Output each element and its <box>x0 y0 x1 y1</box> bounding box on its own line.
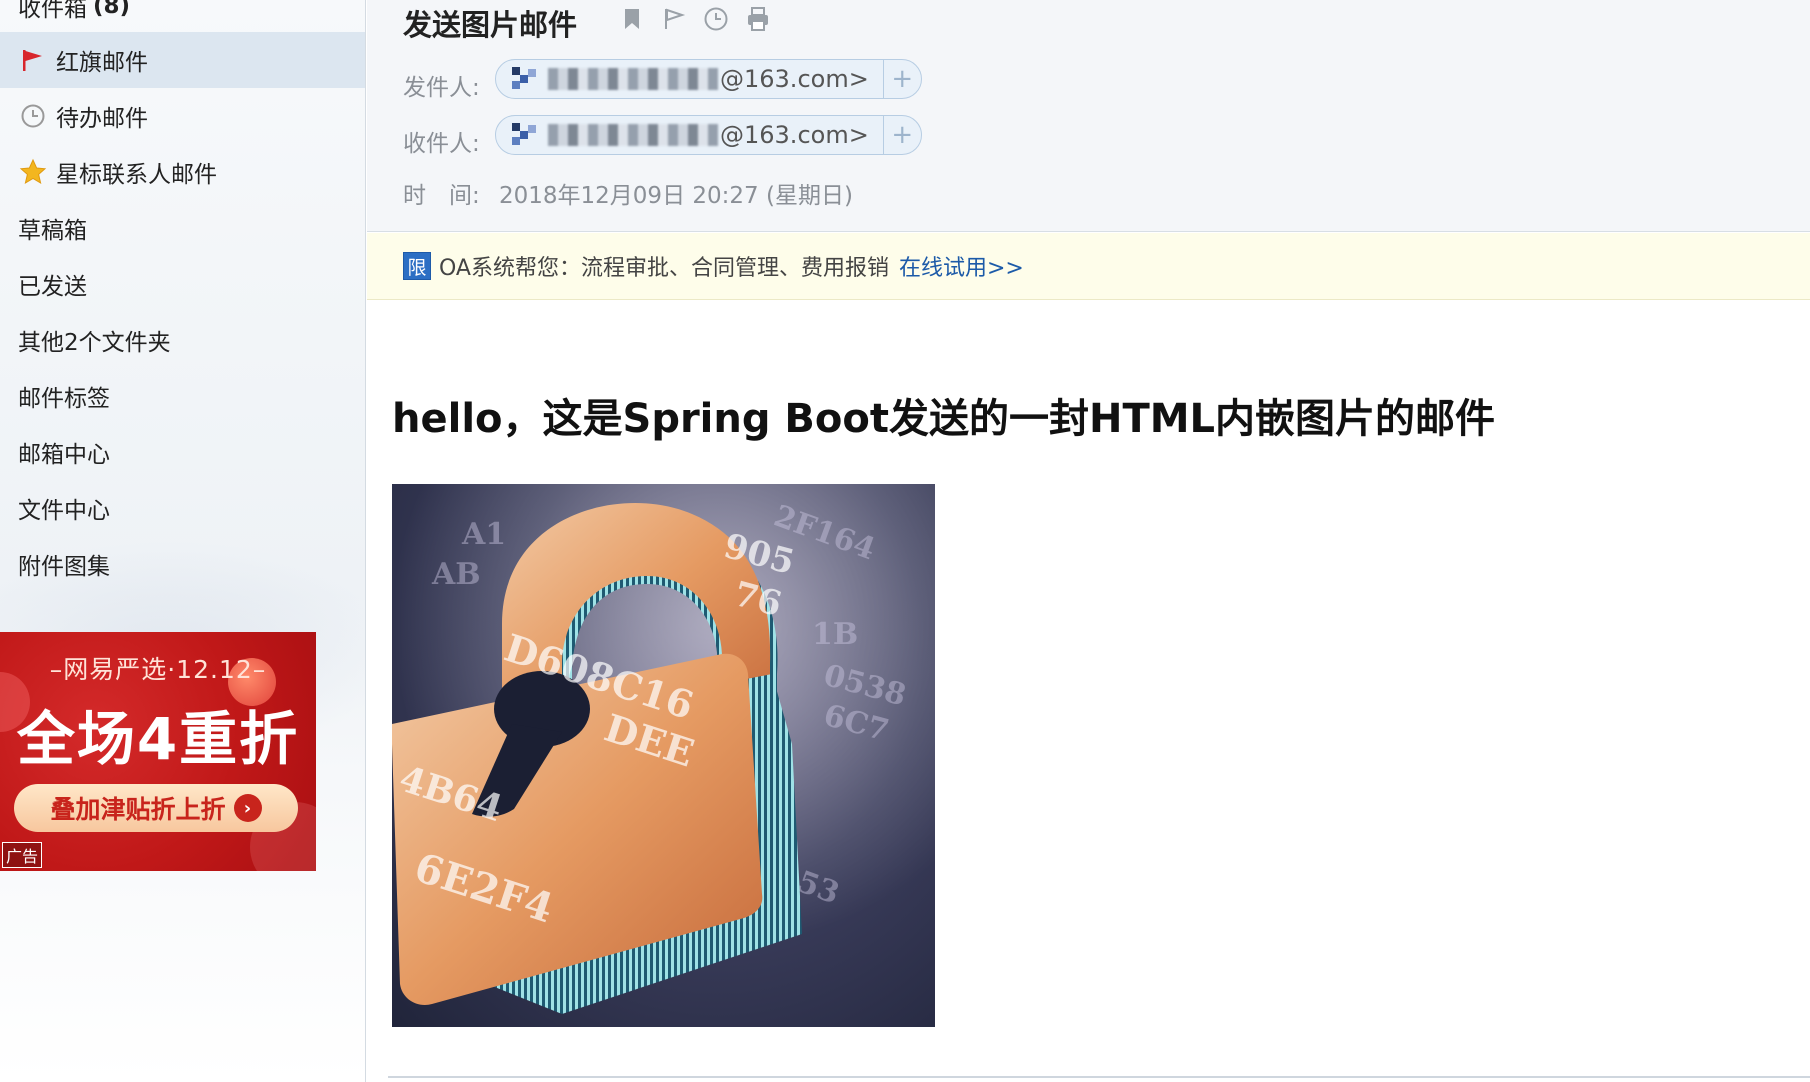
avatar <box>512 123 538 147</box>
ad-banner[interactable]: –网易严选·12.12– 全场4重折 叠加津贴折上折 › 广告 <box>0 632 316 871</box>
add-contact-button[interactable]: + <box>882 116 921 154</box>
bg-digit: 1B <box>812 617 858 652</box>
clock-icon <box>18 101 48 131</box>
sidebar-item-label: 邮件标签 <box>18 386 110 412</box>
sidebar-item-label: 已发送 <box>18 274 87 300</box>
mail-subject: 发送图片邮件 <box>403 8 578 42</box>
sidebar-item-tags[interactable]: 邮件标签 <box>0 368 365 424</box>
recipient-domain: @163.com> <box>720 121 869 149</box>
mail-body-heading: hello，这是Spring Boot发送的一封HTML内嵌图片的邮件 <box>392 396 1496 442</box>
sidebar-item-label: 草稿箱 <box>18 218 87 244</box>
recipient-redacted <box>548 124 718 146</box>
sidebar: 收件箱 (8) 红旗邮件 待办邮件 星标联系人邮件 草稿箱 已发送 其他2个文件… <box>0 0 366 1082</box>
promo-link[interactable]: 在线试用>> <box>899 250 1024 282</box>
ad-label: 广告 <box>2 842 43 868</box>
sidebar-item-label: 红旗邮件 <box>56 50 148 76</box>
sidebar-item-label: 待办邮件 <box>56 106 148 132</box>
sidebar-item-drafts[interactable]: 草稿箱 <box>0 200 365 256</box>
flag-icon <box>18 45 48 75</box>
sidebar-item-todo[interactable]: 待办邮件 <box>0 88 365 144</box>
sidebar-item-label: 文件中心 <box>18 498 110 524</box>
chevron-right-icon: › <box>233 794 262 822</box>
to-label: 收件人: <box>403 131 480 157</box>
sidebar-item-starred-contacts[interactable]: 星标联系人邮件 <box>0 144 365 200</box>
sidebar-item-flagged[interactable]: 红旗邮件 <box>0 32 365 88</box>
from-label: 发件人: <box>403 75 480 101</box>
add-contact-button[interactable]: + <box>882 60 921 98</box>
padlock-image: A1 AB 2F164 1B 0538 6C7 EA53 905 76 D608… <box>392 484 935 1027</box>
sidebar-item-label: 其他2个文件夹 <box>18 330 171 356</box>
promo-text: OA系统帮您：流程审批、合同管理、费用报销 <box>439 256 889 281</box>
ad-headline: 全场4重折 <box>16 705 300 773</box>
avatar <box>512 67 538 91</box>
bg-digit: AB <box>431 557 481 592</box>
sidebar-item-mail-center[interactable]: 邮箱中心 <box>0 424 365 480</box>
sidebar-item-attachment-gallery[interactable]: 附件图集 <box>0 536 365 592</box>
promo-bar: 限 OA系统帮您：流程审批、合同管理、费用报销 在线试用>> <box>367 233 1810 300</box>
sender-chip[interactable]: @163.com> + <box>495 59 922 99</box>
bookmark-icon[interactable] <box>619 6 645 32</box>
bg-digit: A1 <box>461 517 506 552</box>
time-value: 2018年12月09日 20:27 (星期日) <box>499 183 853 209</box>
unread-count: (8) <box>93 0 131 19</box>
sidebar-item-other-folders[interactable]: 其他2个文件夹 <box>0 312 365 368</box>
mail-toolbar <box>619 6 771 32</box>
print-icon[interactable] <box>745 6 771 32</box>
sender-redacted <box>548 68 718 90</box>
sidebar-item-sent[interactable]: 已发送 <box>0 256 365 312</box>
sidebar-item-label: 收件箱 <box>18 0 87 22</box>
sidebar-item-inbox[interactable]: 收件箱 (8) <box>0 0 365 34</box>
flag-outline-icon[interactable] <box>661 6 687 32</box>
star-icon <box>18 157 48 187</box>
ad-top-text: –网易严选·12.12– <box>49 655 267 684</box>
ad-cta[interactable]: 叠加津贴折上折 › <box>14 784 298 832</box>
mail-header: 发送图片邮件 发件人: @163.com> + 收件人: @163.com> +… <box>367 0 1810 232</box>
sender-domain: @163.com> <box>720 65 869 93</box>
sidebar-item-label: 邮箱中心 <box>18 442 110 468</box>
sidebar-item-file-center[interactable]: 文件中心 <box>0 480 365 536</box>
divider <box>388 1076 1810 1078</box>
clock-icon[interactable] <box>703 6 729 32</box>
ad-cta-label: 叠加津贴折上折 <box>50 795 226 824</box>
sidebar-item-label: 星标联系人邮件 <box>56 162 217 188</box>
time-label: 时 间: <box>403 183 480 209</box>
sidebar-item-label: 附件图集 <box>18 554 110 580</box>
recipient-chip[interactable]: @163.com> + <box>495 115 922 155</box>
limit-badge: 限 <box>403 252 431 280</box>
